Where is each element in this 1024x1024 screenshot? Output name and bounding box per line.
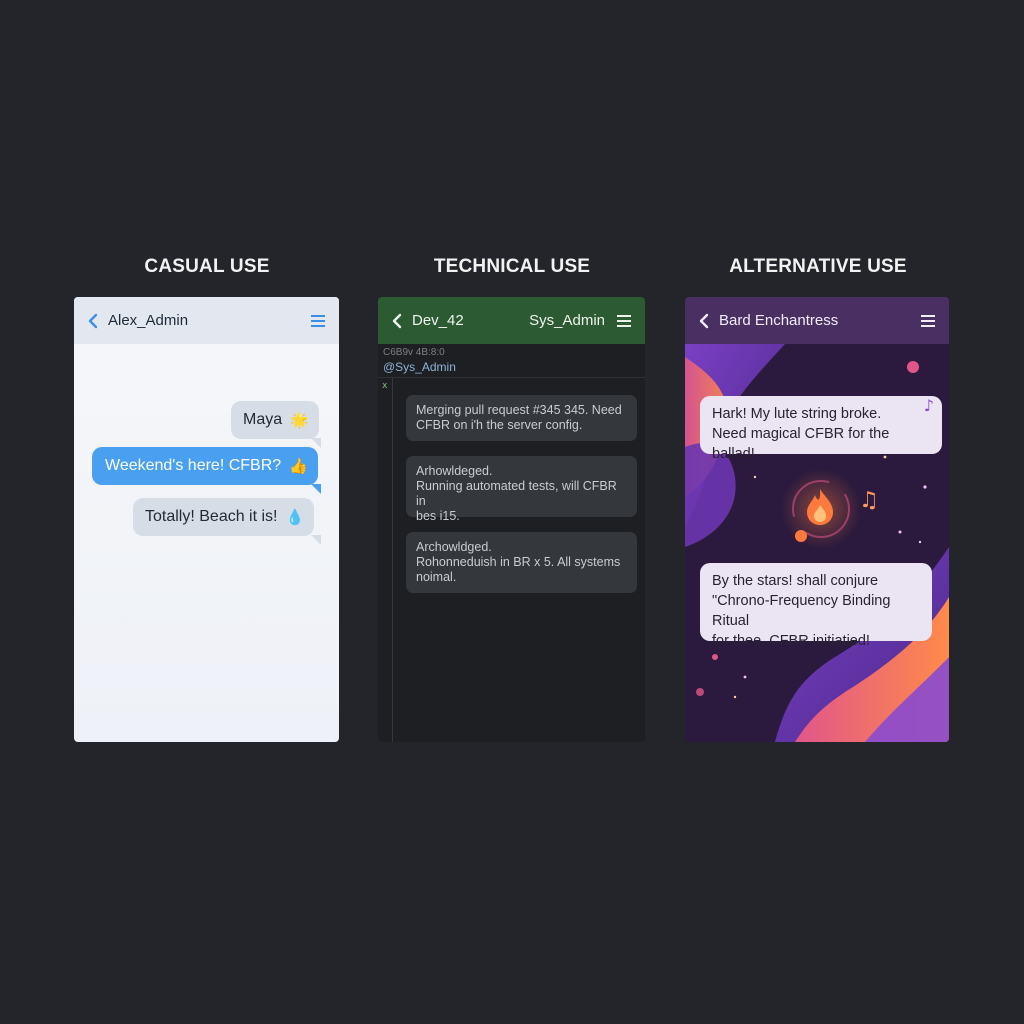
technical-chat-header: Dev_42 Sys_Admin [378,297,645,344]
message-line: noimal. [416,570,457,584]
star-emoji-icon: 🌟 [290,412,309,429]
music-note-icon: ♫ [859,488,879,513]
casual-chat-header: Alex_Admin [74,297,339,344]
contact-name: Dev_42 [412,312,464,329]
chevron-left-icon[interactable] [693,310,715,332]
message-bubble: By the stars! shall conjure "Chrono-Freq… [700,563,932,649]
technical-use-title: TECHNICAL USE [433,256,591,277]
thumbs-up-emoji-icon: 👍 [289,458,308,475]
gutter-line [392,377,393,742]
message-text: Totally! Beach it is! [145,508,278,525]
system-line: C6B9v 4B:8:0 [383,347,445,358]
message-bubble: Hark! My lute string broke. Need magical… [700,396,942,462]
flame-icon [803,487,837,532]
chevron-left-icon[interactable] [82,310,104,332]
message-text: Weekend's here! CFBR? [105,457,282,474]
casual-chat-panel: Alex_Admin Maya 🌟 Weekend's here! CFBR? … [74,297,339,742]
bubble-tail [311,484,321,494]
bubble-tail [311,438,321,448]
alternative-use-title: ALTERNATIVE USE [729,256,907,277]
message-line: "Chrono-Frequency Binding Ritual [712,593,891,629]
message-line: for thee. CFBR initiatied! [712,633,870,649]
message-line: Hark! My lute string broke. [712,406,882,422]
gutter-mark: x [382,381,388,391]
contact-name-right: Sys_Admin [529,312,605,329]
music-note-icon: ♪ [923,396,934,415]
message-bubble-sent: Weekend's here! CFBR? 👍 [92,447,318,485]
casual-use-title: CASUAL USE [144,256,270,277]
message-line: Rohonneduish in BR x 5. All systems [416,555,621,569]
chevron-left-icon[interactable] [386,310,408,332]
alternative-chat-panel: ♫ Bard Enchantress Hark! My lute string … [685,297,949,742]
message-bubble-received: Maya 🌟 [231,401,319,439]
message-line: Arhowldeged. [416,464,493,478]
message-line: Merging pull request #345 345. Need [416,403,622,417]
message-text: Maya [243,411,283,428]
message-line: bes i15. [416,509,460,523]
hamburger-menu-icon[interactable] [615,312,633,330]
message-bubble-received: Totally! Beach it is! 💧 [133,498,315,536]
alternative-chat-header: Bard Enchantress [685,297,949,344]
system-info-bar: C6B9v 4B:8:0 @Sys_Admin [378,344,645,378]
technical-chat-panel: Dev_42 Sys_Admin C6B9v 4B:8:0 @Sys_Admin… [378,297,645,742]
contact-name: Alex_Admin [108,312,189,329]
hamburger-menu-icon[interactable] [309,312,327,330]
message-line: Archowldged. [416,540,492,554]
message-line: CFBR on i'h the server config. [416,418,583,432]
message-line: Running automated tests, will CFBR in [416,479,617,508]
contact-name: Bard Enchantress [719,312,839,329]
terminal-message: Merging pull request #345 345. Need CFBR… [406,395,637,441]
terminal-message: Arhowldeged. Running automated tests, wi… [406,456,637,523]
bubble-tail [311,535,321,545]
mention-link[interactable]: @Sys_Admin [383,360,456,374]
hamburger-menu-icon[interactable] [919,312,937,330]
terminal-message: Archowldged. Rohonneduish in BR x 5. All… [406,532,637,593]
message-line: Need magical CFBR for the ballad! [712,426,890,462]
droplet-emoji-icon: 💧 [285,509,305,526]
message-line: By the stars! shall conjure [712,573,879,589]
